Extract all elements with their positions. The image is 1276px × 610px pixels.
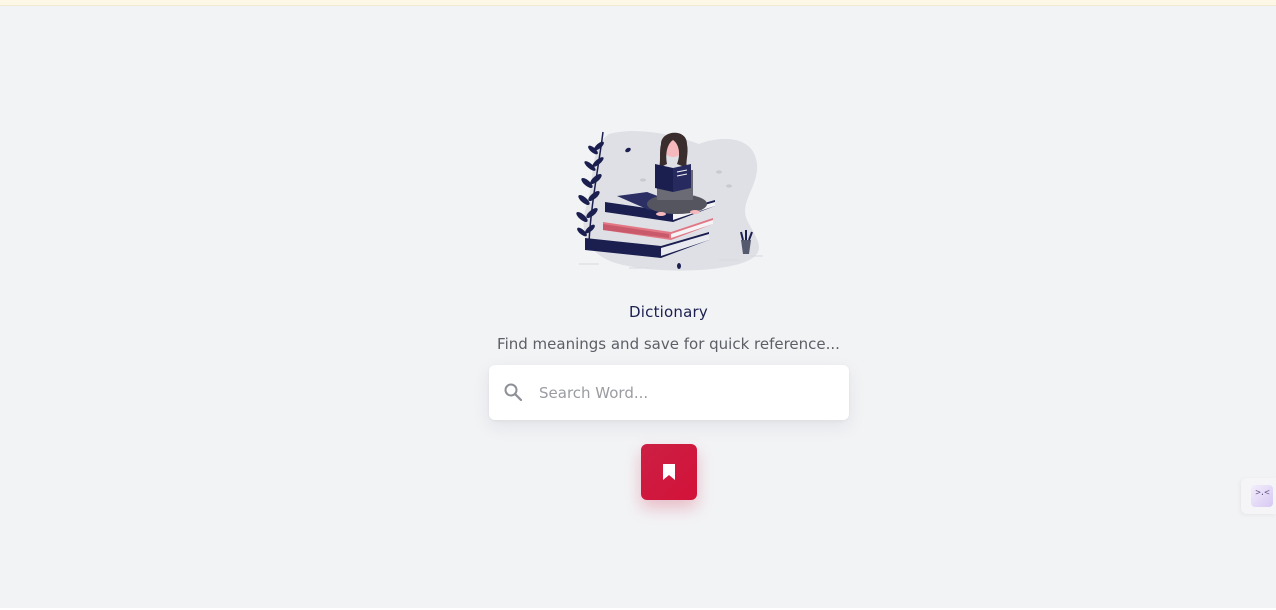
top-banner-strip — [0, 0, 1276, 6]
app-title: Dictionary — [629, 303, 708, 321]
app-subtitle: Find meanings and save for quick referen… — [497, 335, 840, 353]
search-box[interactable] — [489, 365, 849, 420]
search-icon — [504, 383, 523, 402]
bookmarks-button[interactable] — [641, 444, 697, 500]
bookmark-icon — [663, 464, 675, 480]
search-input[interactable] — [539, 365, 829, 420]
extension-glyph: >.< — [1255, 488, 1269, 498]
extension-icon: >.< — [1251, 485, 1273, 507]
side-extension-widget[interactable]: >.< — [1241, 478, 1276, 514]
reading-books-illustration — [576, 131, 763, 271]
